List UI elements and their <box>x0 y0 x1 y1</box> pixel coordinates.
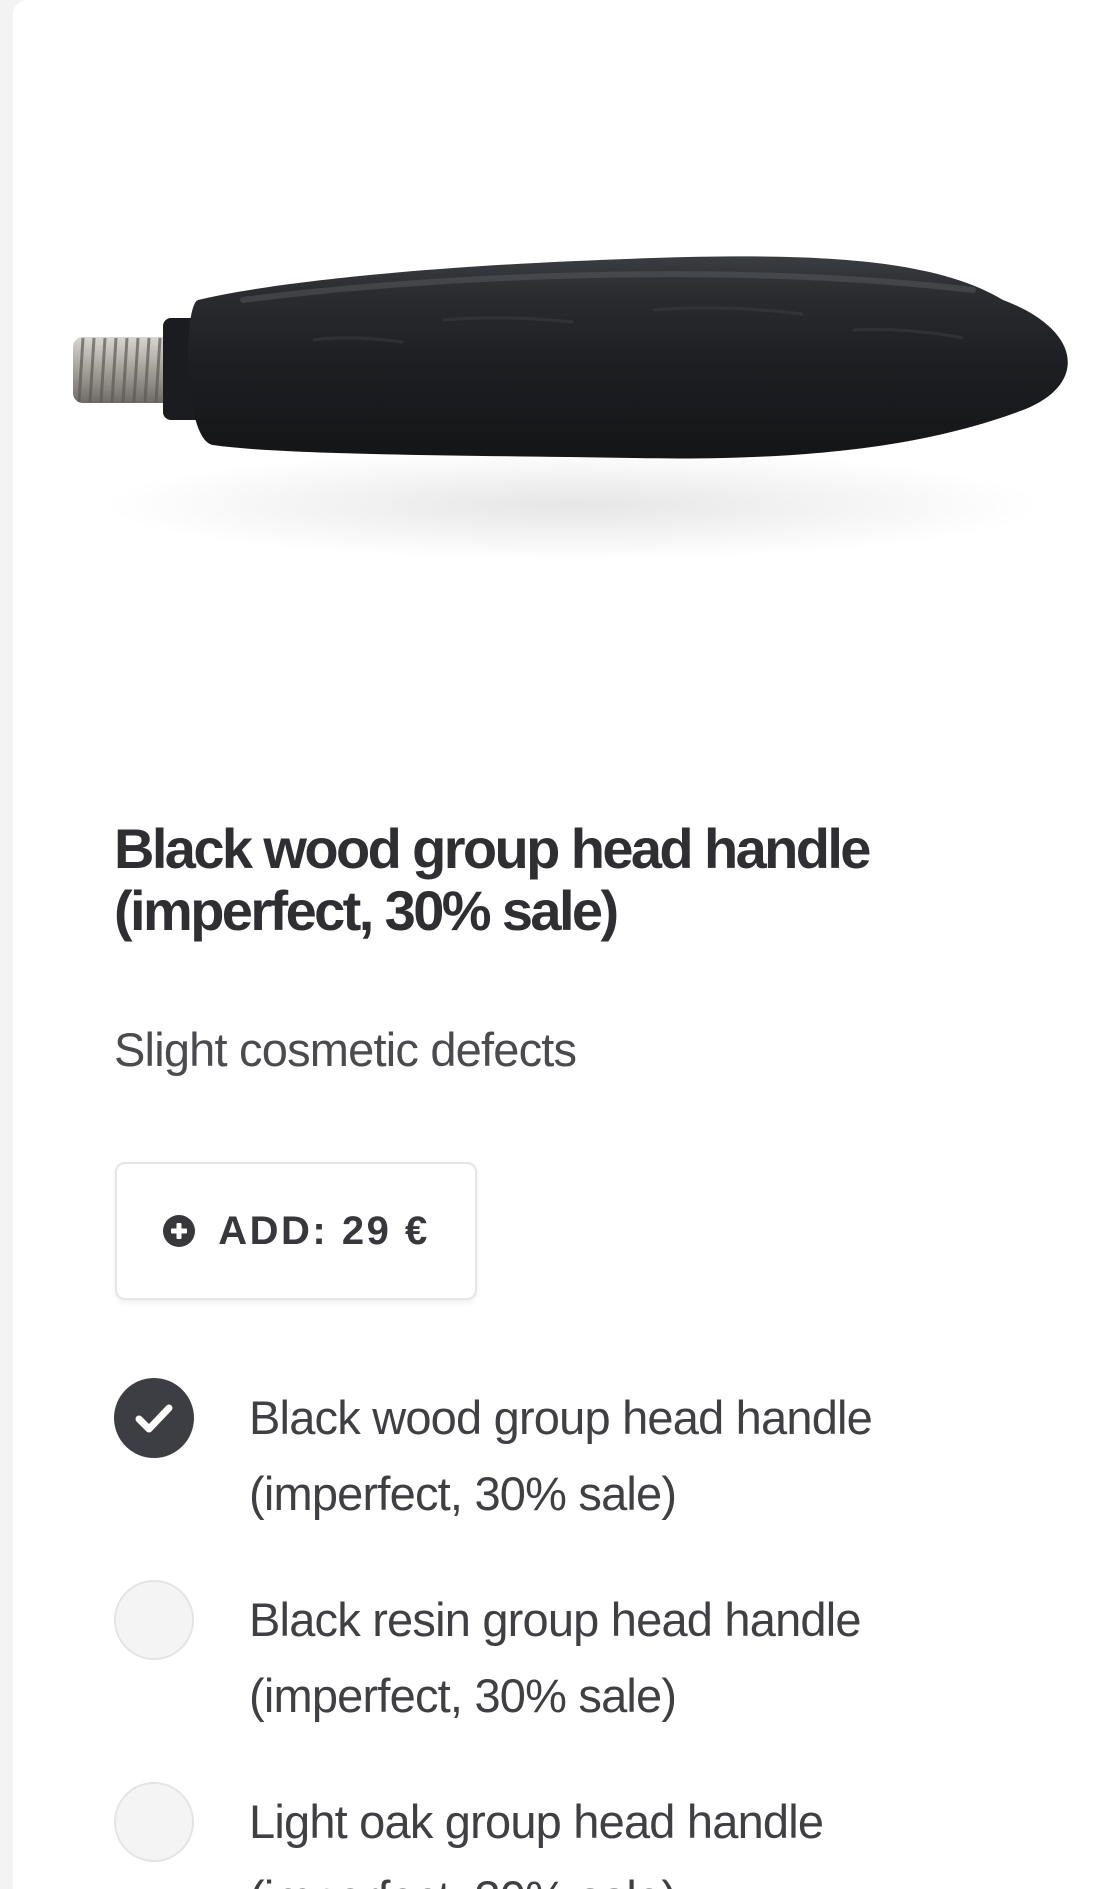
product-image <box>13 0 1112 640</box>
add-button-label: ADD: 29 € <box>218 1208 430 1253</box>
product-card: Black wood group head handle (imperfect,… <box>13 0 1112 1889</box>
product-title: Black wood group head handle (imperfect,… <box>114 817 871 942</box>
plus-circle-icon <box>162 1214 196 1248</box>
option-label: Light oak group head handle (imperfect, … <box>249 1795 824 1889</box>
radio-checked-icon[interactable] <box>114 1378 194 1458</box>
option-label: Black resin group head handle (imperfect… <box>249 1593 862 1722</box>
option-label: Black wood group head handle (imperfect,… <box>249 1391 873 1520</box>
radio-unchecked-icon[interactable] <box>114 1580 194 1660</box>
product-subtitle: Slight cosmetic defects <box>114 1023 577 1076</box>
add-to-cart-button[interactable]: ADD: 29 € <box>115 1162 477 1300</box>
option-black-wood[interactable]: Black wood group head handle (imperfect,… <box>114 1378 1014 1558</box>
option-black-resin[interactable]: Black resin group head handle (imperfect… <box>114 1580 1014 1760</box>
handle-photo <box>73 256 1068 560</box>
option-light-oak[interactable]: Light oak group head handle (imperfect, … <box>114 1782 1014 1889</box>
radio-unchecked-icon[interactable] <box>114 1782 194 1862</box>
